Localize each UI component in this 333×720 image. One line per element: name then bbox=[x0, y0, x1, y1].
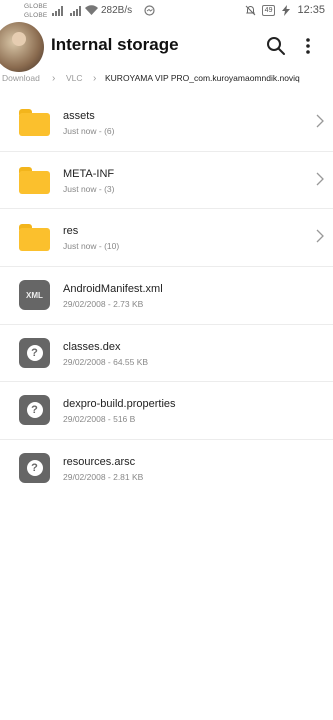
file-list: assets Just now - (6) META-INF Just now … bbox=[0, 94, 333, 497]
folder-icon bbox=[19, 107, 50, 137]
folder-icon bbox=[19, 222, 50, 252]
chevron-right-icon: › bbox=[52, 73, 56, 84]
chevron-right-icon bbox=[316, 172, 324, 186]
status-right: 49 12:35 bbox=[245, 4, 325, 16]
list-item[interactable]: ? dexpro-build.properties 29/02/2008 - 5… bbox=[0, 382, 333, 441]
item-name: dexpro-build.properties bbox=[63, 398, 176, 411]
list-item[interactable]: XML AndroidManifest.xml 29/02/2008 - 2.7… bbox=[0, 267, 333, 325]
avatar[interactable] bbox=[0, 22, 44, 72]
item-name: AndroidManifest.xml bbox=[63, 283, 163, 296]
unknown-file-icon: ? bbox=[19, 395, 50, 426]
item-meta: 29/02/2008 - 516 B bbox=[63, 414, 136, 425]
status-bar: GLOBE GLOBE 282B/s 49 12:35 bbox=[0, 0, 333, 24]
list-item[interactable]: assets Just now - (6) bbox=[0, 94, 333, 152]
item-meta: 29/02/2008 - 64.55 KB bbox=[63, 356, 149, 367]
breadcrumb-item-download[interactable]: Download bbox=[2, 73, 40, 83]
list-item[interactable]: res Just now - (10) bbox=[0, 209, 333, 268]
carrier-2: GLOBE bbox=[24, 12, 48, 19]
item-name: classes.dex bbox=[63, 340, 121, 353]
carrier-labels: GLOBE GLOBE bbox=[24, 2, 47, 20]
carrier-1: GLOBE bbox=[24, 3, 48, 10]
chevron-right-icon: › bbox=[93, 73, 97, 84]
signal-1-icon bbox=[52, 6, 63, 16]
unknown-file-icon: ? bbox=[19, 337, 50, 368]
messenger-icon bbox=[144, 5, 155, 16]
breadcrumb-item-vlc[interactable]: VLC bbox=[66, 73, 83, 83]
item-name: res bbox=[63, 225, 79, 238]
breadcrumb-item-current[interactable]: KUROYAMA VIP PRO_com.kuroyamaomndik.novi… bbox=[105, 73, 300, 83]
network-speed: 282B/s bbox=[101, 5, 133, 16]
chevron-right-icon bbox=[316, 229, 324, 243]
item-name: META-INF bbox=[63, 167, 115, 180]
breadcrumb: Download › VLC › KUROYAMA VIP PRO_com.ku… bbox=[0, 70, 333, 90]
xml-file-icon: XML bbox=[19, 280, 50, 311]
list-item[interactable]: ? classes.dex 29/02/2008 - 64.55 KB bbox=[0, 325, 333, 383]
clock: 12:35 bbox=[297, 4, 325, 16]
mute-bell-icon bbox=[245, 5, 256, 15]
item-name: resources.arsc bbox=[63, 456, 136, 469]
page-title: Internal storage bbox=[51, 35, 179, 54]
search-button[interactable] bbox=[263, 33, 289, 59]
folder-icon bbox=[19, 165, 50, 195]
battery-indicator: 49 bbox=[261, 4, 276, 16]
item-name: assets bbox=[63, 110, 95, 122]
item-meta: Just now - (6) bbox=[63, 126, 115, 136]
more-options-button[interactable] bbox=[295, 33, 321, 59]
more-vert-icon bbox=[306, 38, 310, 54]
search-icon bbox=[267, 37, 285, 55]
chevron-right-icon bbox=[316, 114, 324, 128]
item-meta: Just now - (10) bbox=[63, 241, 120, 252]
wifi-icon bbox=[85, 5, 98, 15]
unknown-file-icon: ? bbox=[19, 453, 50, 484]
item-meta: Just now - (3) bbox=[63, 183, 115, 194]
item-meta: 29/02/2008 - 2.73 KB bbox=[63, 299, 144, 310]
list-item[interactable]: ? resources.arsc 29/02/2008 - 2.81 KB bbox=[0, 440, 333, 497]
toolbar: Internal storage bbox=[0, 22, 333, 72]
signal-2-icon bbox=[70, 6, 81, 16]
charging-icon bbox=[282, 4, 291, 16]
list-item[interactable]: META-INF Just now - (3) bbox=[0, 152, 333, 210]
item-meta: 29/02/2008 - 2.81 KB bbox=[63, 472, 144, 483]
